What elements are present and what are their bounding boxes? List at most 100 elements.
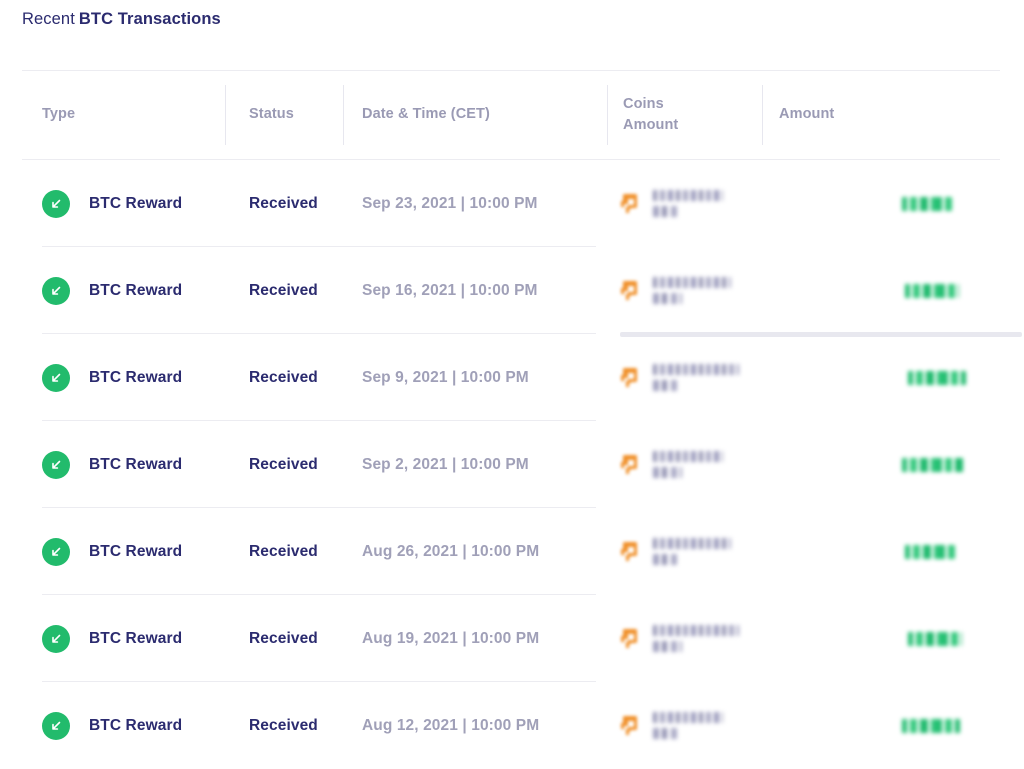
cell-date: Sep 23, 2021 | 10:00 PM: [362, 160, 538, 247]
coins-amount-redacted: [653, 538, 731, 565]
column-header-amount: Amount: [779, 106, 835, 123]
cell-coins-amount: [620, 247, 731, 334]
cell-date: Sep 16, 2021 | 10:00 PM: [362, 247, 538, 334]
table-row[interactable]: BTC Reward Received Sep 9, 2021 | 10:00 PM: [22, 334, 1000, 421]
cell-status: Received: [249, 247, 318, 334]
transaction-datetime: Aug 19, 2021 | 10:00 PM: [362, 629, 540, 647]
cell-date: Sep 9, 2021 | 10:00 PM: [362, 334, 529, 421]
bitcoin-icon: [620, 192, 642, 216]
cell-coins-amount: [620, 421, 723, 508]
cell-type: BTC Reward: [42, 595, 182, 682]
table-header-row: Type Status Date & Time (CET) Coins Amou…: [22, 71, 1000, 160]
arrow-down-left-icon: [42, 624, 70, 653]
table-row[interactable]: BTC Reward Received Aug 19, 2021 | 10:00 P…: [22, 595, 1000, 682]
transaction-datetime: Aug 12, 2021 | 10:00 PM: [362, 716, 540, 734]
cell-date: Aug 26, 2021 | 10:00 PM: [362, 508, 539, 595]
cell-amount: [902, 595, 1022, 682]
status-badge: Received: [249, 629, 318, 647]
transaction-datetime: Aug 26, 2021 | 10:00 PM: [362, 542, 540, 560]
cell-status: Received: [249, 682, 318, 769]
arrow-down-left-icon: [42, 363, 70, 392]
transaction-type-label: BTC Reward: [89, 281, 183, 299]
status-badge: Received: [249, 368, 318, 386]
status-badge: Received: [249, 194, 318, 212]
arrow-down-left-icon: [42, 711, 70, 740]
transaction-type-label: BTC Reward: [89, 629, 183, 647]
arrow-down-left-icon: [42, 276, 70, 305]
arrow-down-left-icon: [42, 189, 70, 218]
bitcoin-icon: [620, 540, 642, 564]
cell-amount: [902, 160, 1022, 247]
cell-coins-amount: [620, 595, 739, 682]
cell-coins-amount: [620, 508, 731, 595]
cell-coins-amount: [620, 334, 739, 421]
bitcoin-icon: [620, 714, 642, 738]
amount-redacted: [908, 370, 966, 385]
cell-amount: [902, 334, 1022, 421]
arrow-down-left-icon: [42, 537, 70, 566]
status-badge: Received: [249, 455, 318, 473]
column-header-status: Status: [249, 106, 294, 123]
transaction-type-label: BTC Reward: [89, 542, 183, 560]
column-header-type: Type: [42, 106, 76, 123]
cell-date: Aug 19, 2021 | 10:00 PM: [362, 595, 539, 682]
cell-amount: [902, 421, 1022, 508]
coins-amount-redacted: [653, 625, 739, 652]
cell-date: Aug 12, 2021 | 10:00 PM: [362, 682, 539, 769]
cell-status: Received: [249, 595, 318, 682]
transaction-datetime: Sep 23, 2021 | 10:00 PM: [362, 194, 538, 212]
cell-status: Received: [249, 421, 318, 508]
transaction-datetime: Sep 9, 2021 | 10:00 PM: [362, 368, 529, 386]
transactions-table: Type Status Date & Time (CET) Coins Amou…: [22, 70, 1022, 769]
cell-amount: [902, 508, 1022, 595]
coins-amount-redacted: [653, 364, 739, 391]
transaction-type-label: BTC Reward: [89, 194, 183, 212]
cell-type: BTC Reward: [42, 508, 182, 595]
column-separator-2: [343, 85, 344, 145]
table-row[interactable]: BTC Reward Received Sep 23, 2021 | 10:00 P…: [22, 160, 1000, 247]
cell-type: BTC Reward: [42, 334, 182, 421]
amount-redacted: [902, 196, 952, 211]
table-row[interactable]: BTC Reward Received Aug 26, 2021 | 10:00 P…: [22, 508, 1000, 595]
cell-type: BTC Reward: [42, 160, 182, 247]
amount-redacted: [905, 544, 955, 559]
cell-amount: [902, 682, 1022, 769]
column-header-coins-amount: Coins Amount: [623, 95, 679, 133]
cell-date: Sep 2, 2021 | 10:00 PM: [362, 421, 529, 508]
amount-redacted: [902, 457, 964, 472]
cell-coins-amount: [620, 160, 723, 247]
cell-type: BTC Reward: [42, 682, 182, 769]
amount-redacted: [905, 283, 959, 298]
table-body: BTC Reward Received Sep 23, 2021 | 10:00 P…: [22, 160, 1022, 769]
coins-amount-redacted: [653, 451, 723, 478]
cell-coins-amount: [620, 682, 723, 769]
bitcoin-icon: [620, 366, 642, 390]
coins-amount-redacted: [653, 277, 731, 304]
column-header-date: Date & Time (CET): [362, 106, 490, 123]
transaction-type-label: BTC Reward: [89, 368, 183, 386]
amount-redacted: [908, 631, 962, 646]
bitcoin-icon: [620, 627, 642, 651]
table-row[interactable]: BTC Reward Received Sep 16, 2021 | 10:00 P…: [22, 247, 1000, 334]
cell-type: BTC Reward: [42, 421, 182, 508]
coins-amount-redacted: [653, 712, 723, 739]
transaction-type-label: BTC Reward: [89, 455, 183, 473]
page-title: Recent BTC Transactions: [22, 10, 221, 29]
column-separator-4: [762, 85, 763, 145]
column-separator-3: [607, 85, 608, 145]
cell-status: Received: [249, 334, 318, 421]
status-badge: Received: [249, 542, 318, 560]
cell-type: BTC Reward: [42, 247, 182, 334]
page-title-light: Recent: [22, 10, 75, 28]
cell-amount: [902, 247, 1022, 334]
table-row[interactable]: BTC Reward Received Aug 12, 2021 | 10:00 P…: [22, 682, 1000, 769]
table-row[interactable]: BTC Reward Received Sep 2, 2021 | 10:00 PM: [22, 421, 1000, 508]
status-badge: Received: [249, 281, 318, 299]
status-badge: Received: [249, 716, 318, 734]
transaction-datetime: Sep 16, 2021 | 10:00 PM: [362, 281, 538, 299]
bitcoin-icon: [620, 453, 642, 477]
bitcoin-icon: [620, 279, 642, 303]
cell-status: Received: [249, 508, 318, 595]
column-separator-1: [225, 85, 226, 145]
cell-status: Received: [249, 160, 318, 247]
